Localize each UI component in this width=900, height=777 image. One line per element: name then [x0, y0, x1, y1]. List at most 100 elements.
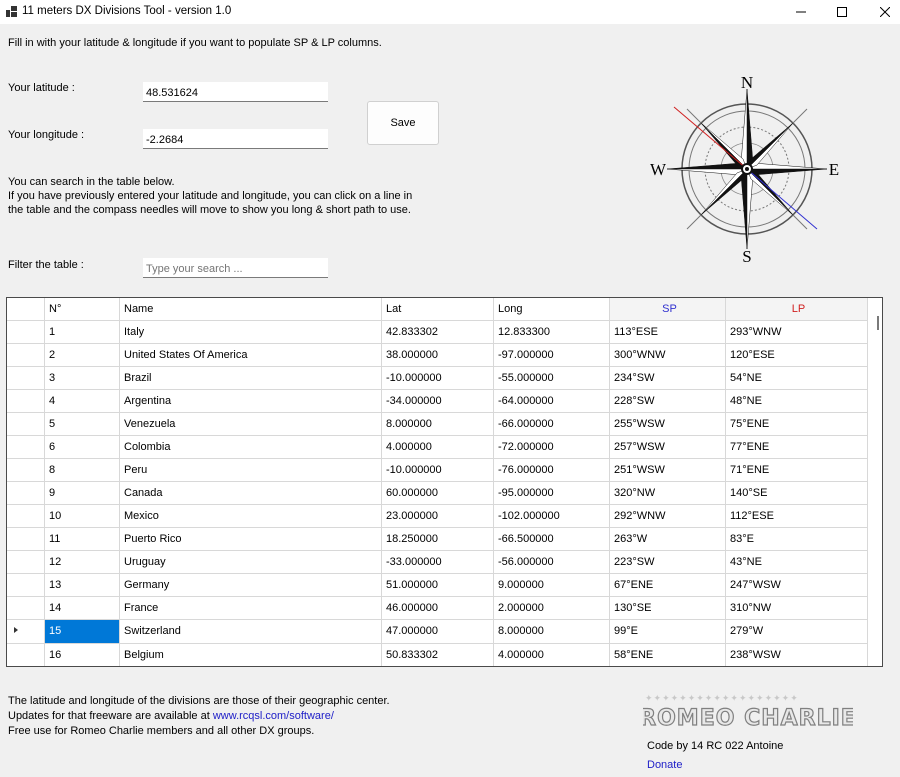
cell-lp[interactable]: 293°WNW [725, 320, 868, 344]
cell-lat[interactable]: 4.000000 [381, 435, 494, 459]
cell-lp[interactable]: 71°ENE [725, 458, 868, 482]
cell-long[interactable]: -95.000000 [493, 481, 610, 505]
cell-lp[interactable]: 310°NW [725, 596, 868, 620]
table-row[interactable]: 10 Mexico 23.000000 -102.000000 292°WNW 112°E… [7, 504, 868, 528]
cell-lp[interactable]: 238°WSW [725, 643, 868, 666]
cell-lat[interactable]: 38.000000 [381, 343, 494, 367]
row-header[interactable] [7, 389, 45, 413]
cell-name[interactable]: Peru [119, 458, 382, 482]
cell-name[interactable]: Puerto Rico [119, 527, 382, 551]
table-row[interactable]: 9 Canada 60.000000 -95.000000 320°NW 140°SE [7, 481, 868, 505]
table-row[interactable]: 16 Belgium 50.833302 4.000000 58°ENE 238°WSW [7, 643, 868, 666]
save-button[interactable]: Save [367, 101, 439, 145]
maximize-button[interactable] [819, 0, 864, 24]
cell-num[interactable]: 6 [44, 435, 120, 459]
row-header[interactable] [7, 435, 45, 459]
table-row[interactable]: 4 Argentina -34.000000 -64.000000 228°SW 48°N… [7, 389, 868, 413]
cell-num[interactable]: 14 [44, 596, 120, 620]
cell-sp[interactable]: 58°ENE [609, 643, 726, 666]
cell-name[interactable]: United States Of America [119, 343, 382, 367]
cell-sp[interactable]: 300°WNW [609, 343, 726, 367]
cell-num[interactable]: 10 [44, 504, 120, 528]
cell-name[interactable]: Venezuela [119, 412, 382, 436]
row-header[interactable] [7, 481, 45, 505]
table-row[interactable]: 2 United States Of America 38.000000 -97.00… [7, 343, 868, 367]
table-row[interactable]: 13 Germany 51.000000 9.000000 67°ENE 247°WSW [7, 573, 868, 597]
cell-lp[interactable]: 54°NE [725, 366, 868, 390]
vertical-scrollbar[interactable] [871, 298, 882, 666]
cell-num[interactable]: 13 [44, 573, 120, 597]
cell-long[interactable]: 9.000000 [493, 573, 610, 597]
cell-long[interactable]: -64.000000 [493, 389, 610, 413]
row-header[interactable] [7, 366, 45, 390]
cell-name[interactable]: Canada [119, 481, 382, 505]
cell-sp[interactable]: 263°W [609, 527, 726, 551]
row-header[interactable] [7, 320, 45, 344]
cell-lat[interactable]: 8.000000 [381, 412, 494, 436]
table-row[interactable]: 8 Peru -10.000000 -76.000000 251°WSW 71°ENE [7, 458, 868, 482]
table-row[interactable]: 1 Italy 42.833302 12.833300 113°ESE 293°WNW [7, 320, 868, 344]
cell-long[interactable]: -72.000000 [493, 435, 610, 459]
row-header[interactable] [7, 550, 45, 574]
cell-num[interactable]: 4 [44, 389, 120, 413]
cell-num[interactable]: 3 [44, 366, 120, 390]
cell-lp[interactable]: 112°ESE [725, 504, 868, 528]
cell-lat[interactable]: 46.000000 [381, 596, 494, 620]
software-link[interactable]: www.rcqsl.com/software/ [213, 710, 334, 722]
cell-long[interactable]: -76.000000 [493, 458, 610, 482]
table-row[interactable]: 3 Brazil -10.000000 -55.000000 234°SW 54°NE [7, 366, 868, 390]
cell-long[interactable]: -66.000000 [493, 412, 610, 436]
cell-name[interactable]: Germany [119, 573, 382, 597]
cell-sp[interactable]: 292°WNW [609, 504, 726, 528]
cell-lp[interactable]: 247°WSW [725, 573, 868, 597]
row-header[interactable] [7, 504, 45, 528]
cell-sp[interactable]: 223°SW [609, 550, 726, 574]
column-header-long[interactable]: Long [493, 298, 610, 321]
cell-num[interactable]: 11 [44, 527, 120, 551]
cell-long[interactable]: 4.000000 [493, 643, 610, 666]
cell-long[interactable]: -55.000000 [493, 366, 610, 390]
cell-name[interactable]: Switzerland [119, 619, 382, 644]
cell-lat[interactable]: 47.000000 [381, 619, 494, 644]
cell-num[interactable]: 15 [44, 619, 120, 644]
cell-lp[interactable]: 75°ENE [725, 412, 868, 436]
cell-num[interactable]: 5 [44, 412, 120, 436]
cell-lat[interactable]: -10.000000 [381, 366, 494, 390]
cell-num[interactable]: 16 [44, 643, 120, 666]
cell-sp[interactable]: 320°NW [609, 481, 726, 505]
cell-long[interactable]: -102.000000 [493, 504, 610, 528]
column-header-lat[interactable]: Lat [381, 298, 494, 321]
cell-sp[interactable]: 130°SE [609, 596, 726, 620]
cell-lat[interactable]: 51.000000 [381, 573, 494, 597]
cell-num[interactable]: 12 [44, 550, 120, 574]
cell-sp[interactable]: 99°E [609, 619, 726, 644]
cell-sp[interactable]: 228°SW [609, 389, 726, 413]
cell-sp[interactable]: 234°SW [609, 366, 726, 390]
cell-sp[interactable]: 67°ENE [609, 573, 726, 597]
donate-link[interactable]: Donate [647, 759, 682, 771]
cell-name[interactable]: Italy [119, 320, 382, 344]
cell-sp[interactable]: 255°WSW [609, 412, 726, 436]
cell-long[interactable]: -66.500000 [493, 527, 610, 551]
row-header[interactable] [7, 596, 45, 620]
cell-num[interactable]: 2 [44, 343, 120, 367]
table-row[interactable]: 15 Switzerland 47.000000 8.000000 99°E 279°W [7, 619, 868, 644]
cell-lat[interactable]: -34.000000 [381, 389, 494, 413]
cell-name[interactable]: Argentina [119, 389, 382, 413]
cell-long[interactable]: -97.000000 [493, 343, 610, 367]
longitude-input[interactable] [143, 129, 328, 149]
cell-sp[interactable]: 257°WSW [609, 435, 726, 459]
cell-name[interactable]: Brazil [119, 366, 382, 390]
cell-long[interactable]: -56.000000 [493, 550, 610, 574]
cell-sp[interactable]: 251°WSW [609, 458, 726, 482]
cell-lat[interactable]: 23.000000 [381, 504, 494, 528]
cell-lat[interactable]: -33.000000 [381, 550, 494, 574]
cell-name[interactable]: Mexico [119, 504, 382, 528]
column-header-sp[interactable]: SP [609, 298, 726, 321]
donate-link-text[interactable]: Donate [647, 759, 682, 771]
cell-lat[interactable]: 42.833302 [381, 320, 494, 344]
cell-lp[interactable]: 140°SE [725, 481, 868, 505]
table-row[interactable]: 11 Puerto Rico 18.250000 -66.500000 263°W 83°… [7, 527, 868, 551]
column-header-lp[interactable]: LP [725, 298, 868, 321]
table-row[interactable]: 6 Colombia 4.000000 -72.000000 257°WSW 77°ENE [7, 435, 868, 459]
